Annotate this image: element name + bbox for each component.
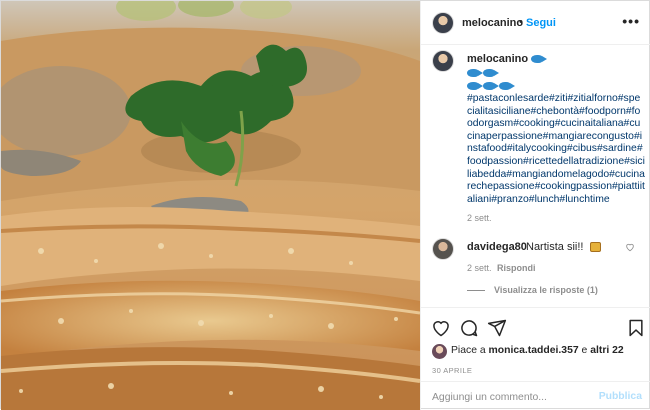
likes-prefix: Piace a (451, 345, 489, 356)
emoji-row-1 (467, 67, 500, 79)
comment-text: Nartista sii!! (526, 241, 601, 253)
comment-icon[interactable] (459, 318, 479, 338)
replies-divider (467, 290, 485, 291)
caption-username-text: melocanino (467, 53, 529, 65)
post-header: melocanino • Segui ••• (421, 1, 650, 45)
likes-middle: e (578, 345, 591, 356)
add-comment-bar: Pubblica (421, 381, 650, 410)
fish-emoji-icon (483, 69, 500, 78)
heart-icon[interactable] (625, 242, 635, 252)
emoji-icon (589, 242, 601, 253)
emoji-row-2 (467, 80, 516, 92)
author-avatar[interactable] (432, 12, 454, 34)
comment-input[interactable] (432, 390, 592, 404)
publish-button[interactable]: Pubblica (599, 391, 642, 402)
caption-avatar[interactable] (432, 50, 454, 72)
separator-dot: • (519, 16, 523, 28)
comments-section[interactable]: melocanino #pastaconlesarde#ziti#zitialf… (421, 45, 650, 307)
fish-emoji-icon (467, 82, 483, 91)
fish-emoji-icon (499, 82, 516, 91)
instagram-post: melocanino • Segui ••• melocanino #pasta… (0, 0, 650, 410)
commenter-username[interactable]: davidega80 (467, 241, 527, 253)
likes-others-button[interactable]: altri 22 (590, 345, 624, 356)
like-icon[interactable] (431, 318, 451, 338)
likes-summary: Piace a monica.taddei.357 e altri 22 (451, 345, 624, 356)
post-date[interactable]: 30 APRILE (432, 366, 472, 375)
comment-time: 2 sett. (467, 263, 492, 273)
caption-time[interactable]: 2 sett. (467, 213, 492, 223)
view-replies-button[interactable]: Visualizza le risposte (1) (494, 285, 598, 295)
reply-button[interactable]: Rispondi (497, 263, 536, 273)
liker-avatar[interactable] (432, 344, 447, 359)
commenter-avatar[interactable] (432, 238, 454, 260)
author-username[interactable]: melocanino (462, 17, 523, 29)
pasta-sardine-dish-image (1, 1, 420, 410)
comment-text-value: Nartista sii!! (526, 241, 584, 253)
post-photo[interactable] (1, 1, 420, 410)
share-icon[interactable] (487, 318, 507, 338)
more-icon[interactable]: ••• (622, 13, 640, 29)
save-icon[interactable] (626, 318, 646, 338)
caption-hashtags[interactable]: #pastaconlesarde#ziti#zitialforno#specia… (467, 93, 645, 206)
post-side-panel: melocanino • Segui ••• melocanino #pasta… (420, 1, 650, 410)
fish-emoji-icon (483, 82, 500, 91)
follow-button[interactable]: Segui (526, 17, 556, 29)
fish-emoji-icon (531, 55, 548, 64)
fish-emoji-icon (467, 69, 483, 78)
liker-username[interactable]: monica.taddei.357 (489, 345, 579, 356)
caption-username[interactable]: melocanino (467, 53, 548, 65)
